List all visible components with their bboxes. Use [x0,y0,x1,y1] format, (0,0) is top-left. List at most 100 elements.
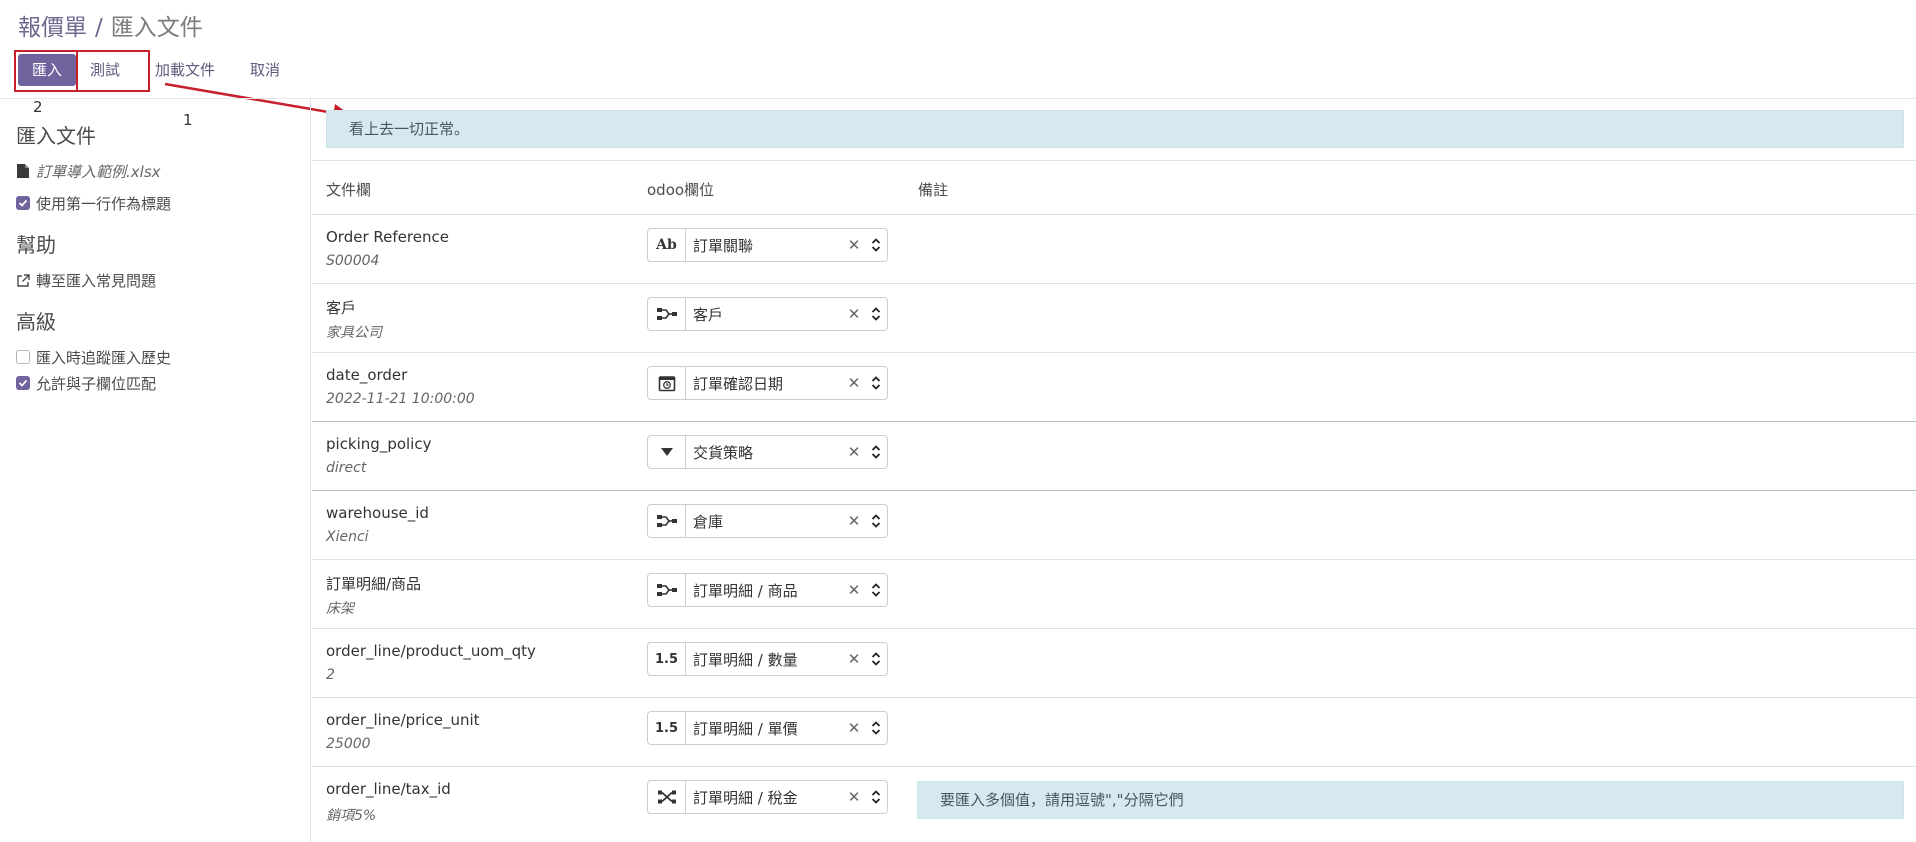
file-name: 訂單導入範例.xlsx [36,162,161,181]
clear-icon[interactable]: ✕ [843,512,865,530]
column-name: picking_policy [326,435,432,453]
track-history-label: 匯入時追蹤匯入歷史 [36,348,172,367]
field-select[interactable]: 客戶 ✕ [647,297,888,331]
field-select-value: 客戶 [693,305,724,324]
load-file-button[interactable]: 加載文件 [143,54,227,86]
breadcrumb-separator: / [95,15,103,41]
relation-icon [648,574,686,606]
chevron-up-down-icon[interactable] [865,436,887,468]
allow-subfield-match-label: 允許與子欄位匹配 [36,374,157,393]
breadcrumb: 報價單 / 匯入文件 [18,8,203,42]
header-odoo-field: odoo欄位 [647,181,715,199]
annotation-marker-import: 2 [33,98,43,116]
field-select[interactable]: 1.5 訂單明細 / 數量 ✕ [647,642,888,676]
use-first-row-header-option[interactable]: 使用第一行作為標題 [16,191,306,215]
breadcrumb-current: 匯入文件 [110,15,203,41]
field-select-value: 訂單確認日期 [693,374,784,393]
table-row: order_line/price_unit 25000 1.5 訂單明細 / 單… [312,698,1916,767]
use-first-row-header-checkbox[interactable] [16,196,30,210]
status-message: 看上去一切正常。 [326,110,1904,148]
column-name: 訂單明細/商品 [326,575,422,593]
column-sample: 床架 [326,601,354,617]
help-heading: 幫助 [16,233,56,257]
import-file-heading: 匯入文件 [16,124,96,148]
table-row: 訂單明細/商品 床架 訂單明細 / 商品 ✕ [312,560,1916,629]
column-sample: 家具公司 [326,325,382,341]
table-row: warehouse_id Xienci 倉庫 ✕ [312,491,1916,560]
many2many-icon [648,781,686,813]
chevron-up-down-icon[interactable] [865,712,887,744]
field-select-value: 交貨策略 [693,443,754,462]
float-type-icon: 1.5 [648,643,686,675]
field-select-value: 訂單明細 / 商品 [693,581,798,600]
column-name: Order Reference [326,228,449,246]
field-select[interactable]: 1.5 訂單明細 / 單價 ✕ [647,711,888,745]
header-comment: 備註 [918,181,949,199]
column-sample: direct [326,460,367,476]
table-row: date_order 2022-11-21 10:00:00 訂單確認日期 ✕ [312,353,1916,422]
allow-subfield-match-checkbox[interactable] [16,376,30,390]
float-type-icon: 1.5 [648,712,686,744]
column-sample: S00004 [326,253,380,269]
column-name: date_order [326,366,408,384]
chevron-up-down-icon[interactable] [865,574,887,606]
file-item: 訂單導入範例.xlsx [16,159,306,183]
field-select[interactable]: 交貨策略 ✕ [647,435,888,469]
breadcrumb-parent-link[interactable]: 報價單 [18,15,87,41]
header-file-column: 文件欄 [326,181,372,199]
column-sample: 2 [326,667,335,683]
column-sample: Xienci [326,529,369,545]
column-name: warehouse_id [326,504,429,522]
test-button[interactable]: 測試 [78,54,132,86]
chevron-up-down-icon[interactable] [865,643,887,675]
relation-icon [648,505,686,537]
table-row: order_line/tax_id 銷項5% 訂單明細 / 稅金 ✕ 要匯入多個… [312,767,1916,836]
import-button[interactable]: 匯入 [18,54,77,86]
text-type-icon: Ab [648,229,686,261]
column-sample: 25000 [326,736,371,752]
field-select[interactable]: 倉庫 ✕ [647,504,888,538]
track-history-checkbox[interactable] [16,350,30,364]
header-divider [0,98,1916,99]
track-history-option[interactable]: 匯入時追蹤匯入歷史 [16,345,306,369]
chevron-up-down-icon[interactable] [865,781,887,813]
field-select-value: 倉庫 [693,512,724,531]
field-select-value: 訂單明細 / 單價 [693,719,798,738]
chevron-up-down-icon[interactable] [865,298,887,330]
chevron-up-down-icon[interactable] [865,367,887,399]
column-name: order_line/tax_id [326,780,451,798]
field-select[interactable]: 訂單明細 / 稅金 ✕ [647,780,888,814]
clear-icon[interactable]: ✕ [843,719,865,737]
field-mapping-table: 文件欄 odoo欄位 備註 Order Reference S00004 Ab … [312,160,1916,836]
comment-note: 要匯入多個值，請用逗號","分隔它們 [917,781,1904,819]
clear-icon[interactable]: ✕ [843,305,865,323]
cancel-button[interactable]: 取消 [238,54,292,86]
column-name: 客戶 [326,299,357,317]
advanced-heading: 高級 [16,310,56,334]
column-name: order_line/price_unit [326,711,480,729]
table-row: 客戶 家具公司 客戶 ✕ [312,284,1916,353]
calendar-icon [648,367,686,399]
sidebar: 匯入文件 訂單導入範例.xlsx 使用第一行作為標題 幫助 轉至匯入常見問題 高… [16,120,306,403]
faq-link-label: 轉至匯入常見問題 [36,271,157,290]
allow-subfield-match-option[interactable]: 允許與子欄位匹配 [16,371,306,395]
chevron-up-down-icon[interactable] [865,229,887,261]
chevron-up-down-icon[interactable] [865,505,887,537]
column-sample: 2022-11-21 10:00:00 [326,391,475,407]
clear-icon[interactable]: ✕ [843,236,865,254]
clear-icon[interactable]: ✕ [843,443,865,461]
field-select[interactable]: 訂單確認日期 ✕ [647,366,888,400]
field-select[interactable]: Ab 訂單關聯 ✕ [647,228,888,262]
clear-icon[interactable]: ✕ [843,581,865,599]
field-select-value: 訂單明細 / 稅金 [693,788,798,807]
table-row: Order Reference S00004 Ab 訂單關聯 ✕ [312,215,1916,284]
faq-link[interactable]: 轉至匯入常見問題 [16,268,306,292]
file-icon [16,164,30,178]
clear-icon[interactable]: ✕ [843,788,865,806]
clear-icon[interactable]: ✕ [843,650,865,668]
column-name: order_line/product_uom_qty [326,642,536,660]
clear-icon[interactable]: ✕ [843,374,865,392]
field-select[interactable]: 訂單明細 / 商品 ✕ [647,573,888,607]
table-header: 文件欄 odoo欄位 備註 [312,160,1916,215]
table-row: picking_policy direct 交貨策略 ✕ [312,422,1916,491]
